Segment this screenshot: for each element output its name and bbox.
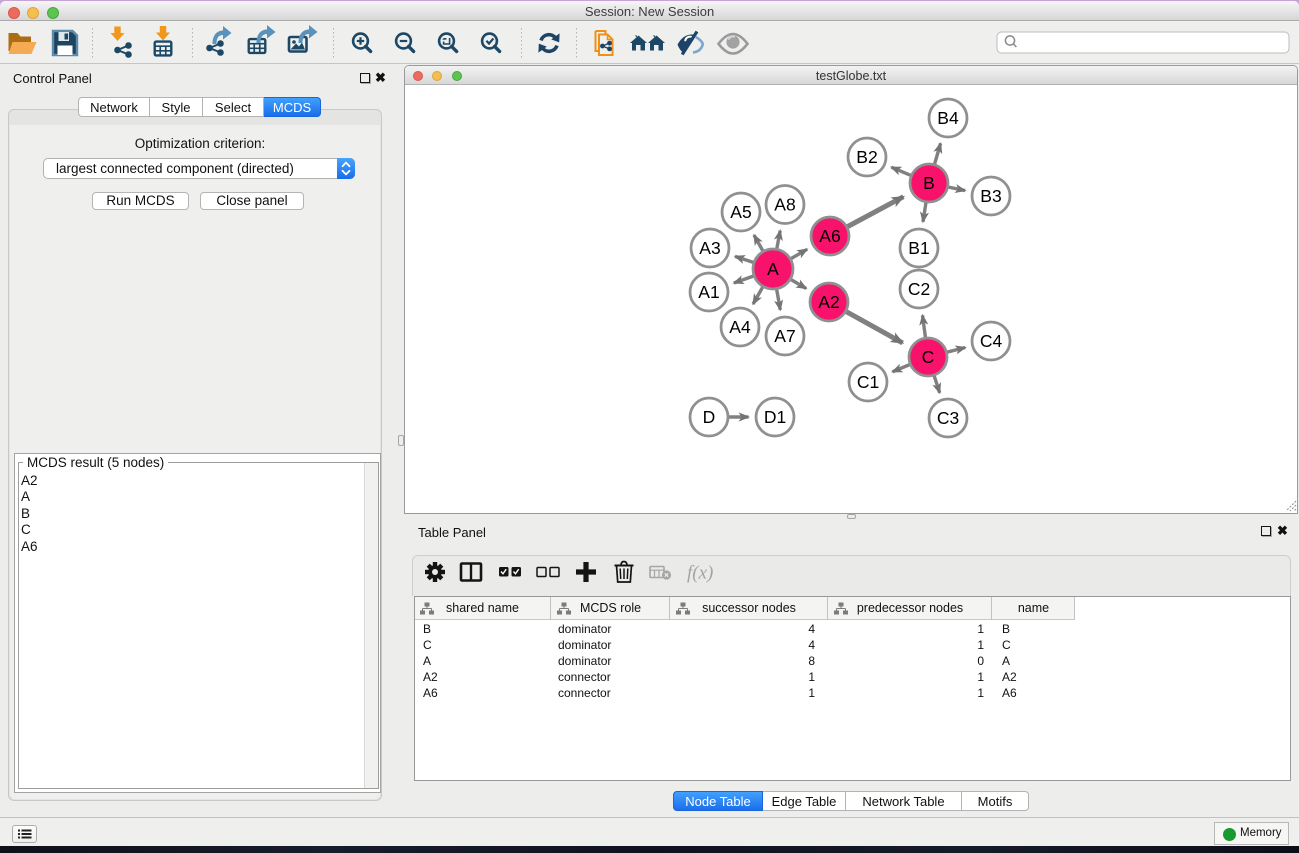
svg-text:C1: C1 bbox=[857, 372, 879, 392]
svg-text:D1: D1 bbox=[764, 407, 786, 427]
svg-text:A7: A7 bbox=[774, 326, 795, 346]
svg-text:A4: A4 bbox=[729, 317, 751, 337]
svg-text:C3: C3 bbox=[937, 408, 959, 428]
svg-text:B: B bbox=[923, 173, 935, 193]
svg-text:C: C bbox=[922, 347, 935, 367]
svg-text:A2: A2 bbox=[818, 292, 839, 312]
svg-text:D: D bbox=[703, 407, 716, 427]
svg-text:A6: A6 bbox=[819, 226, 840, 246]
svg-text:A: A bbox=[767, 259, 779, 279]
svg-text:C2: C2 bbox=[908, 279, 930, 299]
svg-text:C4: C4 bbox=[980, 331, 1003, 351]
svg-text:A5: A5 bbox=[730, 202, 751, 222]
svg-text:B4: B4 bbox=[937, 108, 959, 128]
svg-text:B2: B2 bbox=[856, 147, 877, 167]
svg-text:f(x): f(x) bbox=[687, 563, 713, 584]
svg-text:A8: A8 bbox=[774, 195, 795, 215]
svg-text:A1: A1 bbox=[698, 282, 719, 302]
svg-text:B1: B1 bbox=[908, 238, 929, 258]
svg-text:A3: A3 bbox=[699, 238, 720, 258]
svg-text:B3: B3 bbox=[980, 186, 1001, 206]
